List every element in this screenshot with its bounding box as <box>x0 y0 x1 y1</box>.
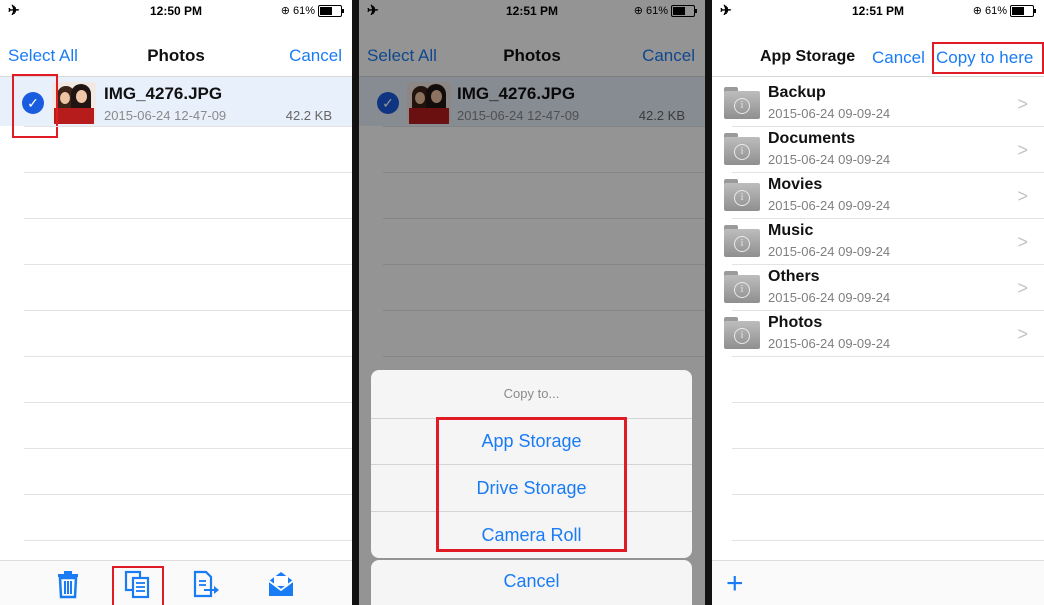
folder-icon: i <box>724 87 760 119</box>
folder-row-photos[interactable]: i Photos 2015-06-24 09-09-24 > <box>712 310 1044 356</box>
file-name: IMG_4276.JPG <box>104 84 223 103</box>
divider <box>712 76 1044 77</box>
chevron-right-icon: > <box>1017 324 1028 344</box>
folder-icon: i <box>724 271 760 303</box>
folder-icon: i <box>724 133 760 165</box>
folder-row-music[interactable]: i Music 2015-06-24 09-09-24 > <box>712 218 1044 264</box>
battery-icon <box>318 4 344 17</box>
folder-name: Photos <box>768 314 823 331</box>
cancel-button[interactable]: Cancel <box>872 48 925 68</box>
sheet-cancel-button[interactable]: Cancel <box>371 560 692 605</box>
sheet-title: Copy to... <box>503 386 560 401</box>
folder-name: Backup <box>768 84 826 101</box>
nav-bar: Select All Photos Cancel <box>0 36 352 76</box>
highlight-box <box>436 417 627 552</box>
chevron-right-icon: > <box>1017 186 1028 206</box>
battery-percent: 61% <box>292 4 315 17</box>
folder-icon: i <box>724 225 760 257</box>
folder-name: Others <box>768 268 820 285</box>
page-title: App Storage <box>760 48 856 65</box>
move-icon[interactable] <box>190 569 220 599</box>
chevron-right-icon: > <box>1017 278 1028 298</box>
highlight-box <box>112 566 164 605</box>
folder-date: 2015-06-24 09-09-24 <box>768 290 891 305</box>
folder-date: 2015-06-24 09-09-24 <box>768 198 891 213</box>
app-storage-screen: ✈ 12:51 PM ⊕ 61% App Storage Cancel Copy… <box>712 0 1044 605</box>
folder-row-movies[interactable]: i Movies 2015-06-24 09-09-24 > <box>712 172 1044 218</box>
file-date: 2015-06-24 12-47-09 <box>104 108 227 123</box>
folder-name: Documents <box>768 130 856 147</box>
folder-name: Music <box>768 222 814 239</box>
status-bar: ✈ 12:50 PM ⊕ 61% <box>0 0 352 20</box>
battery-percent: 61% <box>984 4 1007 17</box>
folder-date: 2015-06-24 09-09-24 <box>768 244 891 259</box>
status-bar: ✈ 12:51 PM ⊕ 61% <box>712 0 1044 20</box>
folder-date: 2015-06-24 09-09-24 <box>768 106 891 121</box>
highlight-box <box>932 42 1044 74</box>
highlight-box <box>12 74 58 138</box>
add-folder-button[interactable]: + <box>726 567 744 601</box>
chevron-right-icon: > <box>1017 140 1028 160</box>
chevron-right-icon: > <box>1017 232 1028 252</box>
orientation-lock-icon: ⊕ <box>280 5 290 17</box>
folder-icon: i <box>724 317 760 349</box>
folder-row-documents[interactable]: i Documents 2015-06-24 09-09-24 > <box>712 126 1044 172</box>
photo-thumbnail <box>52 82 96 124</box>
orientation-lock-icon: ⊕ <box>972 5 982 17</box>
trash-icon[interactable] <box>53 569 83 599</box>
folder-icon: i <box>724 179 760 211</box>
bottom-toolbar <box>0 560 352 605</box>
bottom-toolbar: + <box>712 560 1044 605</box>
cancel-button[interactable]: Cancel <box>289 46 342 66</box>
file-size: 42.2 KB <box>285 108 332 123</box>
chevron-right-icon: > <box>1017 94 1028 114</box>
folder-name: Movies <box>768 176 823 193</box>
photos-screen-selection: ✈ 12:50 PM ⊕ 61% Select All Photos Cance… <box>0 0 352 605</box>
mail-icon[interactable] <box>266 569 296 599</box>
folder-date: 2015-06-24 09-09-24 <box>768 152 891 167</box>
copy-to-sheet-screen: ✈ 12:51 PM ⊕ 61% Select All Photos Cance… <box>359 0 705 605</box>
folder-date: 2015-06-24 09-09-24 <box>768 336 891 351</box>
battery-icon <box>1010 4 1036 17</box>
folder-row-others[interactable]: i Others 2015-06-24 09-09-24 > <box>712 264 1044 310</box>
folder-row-backup[interactable]: i Backup 2015-06-24 09-09-24 > <box>712 80 1044 126</box>
